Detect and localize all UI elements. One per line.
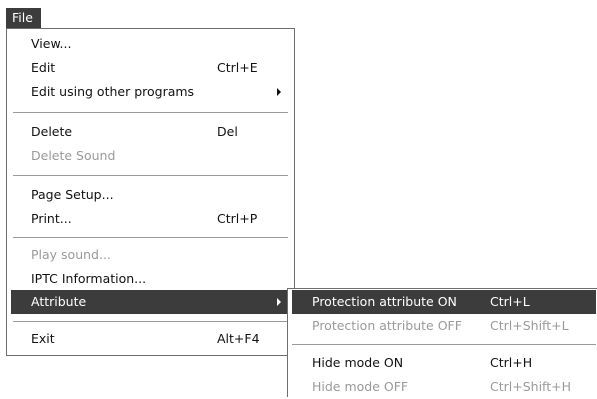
menu-separator: [292, 344, 596, 346]
menu-item-play-sound: Play sound...: [11, 243, 290, 267]
menu-item-label: IPTC Information...: [31, 271, 147, 286]
menu-item-page-setup[interactable]: Page Setup...: [11, 183, 290, 207]
menu-item-delete[interactable]: Delete Del: [11, 120, 290, 144]
menu-item-shortcut: Alt+F4: [217, 331, 260, 346]
menu-item-view[interactable]: View...: [11, 32, 290, 56]
menu-item-attribute[interactable]: Attribute: [11, 290, 290, 314]
submenu-arrow-icon: [277, 298, 281, 306]
menu-item-label: Hide mode OFF: [312, 379, 409, 394]
menu-item-shortcut: Ctrl+Shift+H: [490, 379, 571, 394]
submenu-arrow-icon: [277, 88, 281, 96]
menu-item-shortcut: Del: [217, 124, 238, 139]
menu-item-label: Exit: [31, 331, 55, 346]
menu-item-hide-mode-off: Hide mode OFF Ctrl+Shift+H: [292, 375, 596, 399]
menu-item-edit[interactable]: Edit Ctrl+E: [11, 56, 290, 80]
menu-separator: [13, 237, 288, 239]
menu-separator: [13, 112, 288, 114]
menu-item-protection-off: Protection attribute OFF Ctrl+Shift+L: [292, 314, 596, 338]
attribute-submenu: Protection attribute ON Ctrl+L Protectio…: [287, 288, 597, 397]
menu-item-label: Delete Sound: [31, 148, 116, 163]
menu-item-exit[interactable]: Exit Alt+F4: [11, 327, 290, 351]
menu-item-label: Attribute: [31, 294, 87, 309]
menu-item-label: Hide mode ON: [312, 355, 404, 370]
menu-item-hide-mode-on[interactable]: Hide mode ON Ctrl+H: [292, 351, 596, 375]
menu-item-label: Edit using other programs: [31, 84, 195, 99]
file-menu: View... Edit Ctrl+E Edit using other pro…: [6, 28, 295, 356]
file-menu-button[interactable]: File: [6, 8, 41, 28]
menu-item-delete-sound: Delete Sound: [11, 144, 290, 168]
menu-item-label: Delete: [31, 124, 73, 139]
menu-item-shortcut: Ctrl+L: [490, 294, 530, 309]
menu-item-shortcut: Ctrl+P: [217, 211, 258, 226]
menu-item-iptc-information[interactable]: IPTC Information...: [11, 267, 290, 291]
menu-item-label: Play sound...: [31, 247, 111, 262]
menu-item-label: Edit: [31, 60, 56, 75]
menu-item-label: Protection attribute OFF: [312, 318, 462, 333]
menu-item-protection-on[interactable]: Protection attribute ON Ctrl+L: [292, 290, 596, 314]
menu-item-shortcut: Ctrl+H: [490, 355, 533, 370]
menu-item-label: Print...: [31, 211, 72, 226]
menu-item-print[interactable]: Print... Ctrl+P: [11, 207, 290, 231]
menu-item-edit-other-programs[interactable]: Edit using other programs: [11, 80, 290, 104]
menu-separator: [13, 321, 288, 323]
menu-separator: [13, 175, 288, 177]
menu-item-label: Page Setup...: [31, 187, 114, 202]
menu-item-label: Protection attribute ON: [312, 294, 457, 309]
menu-item-label: View...: [31, 36, 72, 51]
menu-item-shortcut: Ctrl+E: [217, 60, 258, 75]
menu-item-shortcut: Ctrl+Shift+L: [490, 318, 569, 333]
